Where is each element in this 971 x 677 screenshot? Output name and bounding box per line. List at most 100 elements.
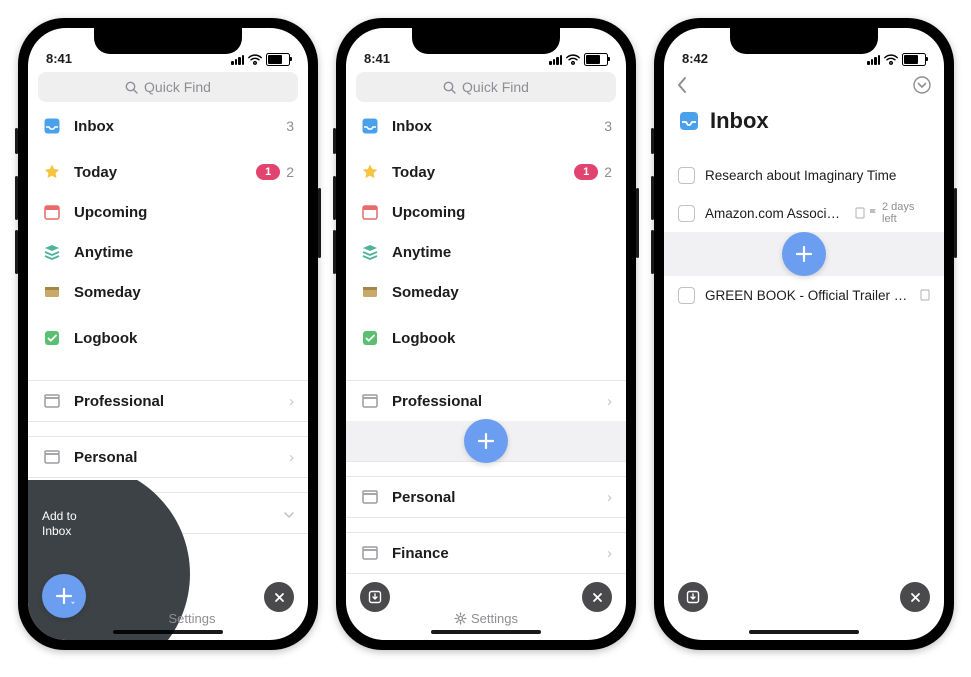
nav-label: Logbook (74, 330, 137, 347)
close-button[interactable] (582, 582, 612, 612)
nav-label: Today (74, 164, 117, 181)
note-icon (855, 207, 865, 219)
archive-button[interactable] (678, 582, 708, 612)
nav-logbook[interactable]: Logbook (346, 318, 626, 358)
battery-icon (584, 53, 608, 66)
drop-target-slot[interactable] (346, 421, 626, 461)
chevron-down-circle-icon (912, 75, 932, 95)
wifi-icon (248, 55, 262, 65)
nav-count: 2 (286, 164, 294, 180)
nav-today[interactable]: Today 1 2 (28, 152, 308, 192)
drawer-icon (42, 282, 62, 302)
area-icon (360, 543, 380, 563)
chevron-right-icon: › (607, 489, 612, 506)
gear-icon (454, 612, 467, 625)
area-icon (42, 447, 62, 467)
task-row[interactable]: Research about Imaginary Time (664, 156, 944, 194)
back-button[interactable] (676, 76, 688, 99)
area-label: Finance (392, 545, 449, 562)
battery-icon (266, 53, 290, 66)
dragging-fab[interactable] (782, 232, 826, 276)
close-icon (274, 592, 285, 603)
area-icon (42, 503, 62, 523)
nav-inbox[interactable]: Inbox 3 (346, 106, 626, 146)
close-button[interactable] (264, 582, 294, 612)
phone-2: 8:41 Quick Find Inbox 3 Today (336, 18, 636, 650)
nav-count: 3 (286, 118, 294, 134)
nav-label: Inbox (74, 118, 114, 135)
home-indicator (431, 630, 541, 634)
search-icon (443, 81, 456, 94)
logbook-icon (360, 328, 380, 348)
area-professional[interactable]: Professional › (346, 381, 626, 421)
dragging-fab[interactable] (464, 419, 508, 463)
settings-link[interactable]: Settings (169, 611, 216, 626)
area-personal[interactable]: Personal › (28, 437, 308, 477)
inbox-icon (360, 116, 380, 136)
area-icon (42, 391, 62, 411)
calendar-icon (42, 202, 62, 222)
close-icon (910, 592, 921, 603)
nav-someday[interactable]: Someday (28, 272, 308, 312)
area-finance[interactable]: Finance › (346, 533, 626, 573)
wifi-icon (566, 55, 580, 65)
area-professional[interactable]: Professional › (28, 381, 308, 421)
close-button[interactable] (900, 582, 930, 612)
drop-target-slot[interactable] (664, 232, 944, 276)
status-time: 8:41 (364, 51, 390, 66)
inbox-icon (678, 110, 700, 132)
search-icon (125, 81, 138, 94)
nav-someday[interactable]: Someday (346, 272, 626, 312)
today-badge: 1 (256, 164, 280, 180)
area-icon (360, 487, 380, 507)
tray-down-icon (686, 590, 700, 604)
home-indicator (749, 630, 859, 634)
task-row[interactable]: GREEN BOOK - Official Trailer [HD... (664, 276, 944, 314)
nav-label: Anytime (392, 244, 451, 261)
flag-icon (869, 208, 878, 219)
task-row[interactable]: Amazon.com Associat... 2 days left (664, 194, 944, 232)
task-due: 2 days left (882, 201, 930, 225)
nav-anytime[interactable]: Anytime (28, 232, 308, 272)
area-personal[interactable]: Personal › (346, 477, 626, 517)
nav-label: Someday (74, 284, 141, 301)
checkbox[interactable] (678, 205, 695, 222)
sidebar-list: Inbox 3 Today 1 2 Upcoming Anytime (28, 106, 308, 596)
area-finance[interactable]: Finance (28, 493, 308, 533)
logbook-icon (42, 328, 62, 348)
new-task-fab[interactable] (42, 574, 86, 618)
nav-inbox[interactable]: Inbox 3 (28, 106, 308, 146)
nav-upcoming[interactable]: Upcoming (346, 192, 626, 232)
chevron-right-icon: › (607, 393, 612, 410)
nav-label: Inbox (392, 118, 432, 135)
star-icon (360, 162, 380, 182)
area-icon (360, 391, 380, 411)
nav-label: Someday (392, 284, 459, 301)
settings-link[interactable]: Settings (454, 611, 518, 626)
nav-upcoming[interactable]: Upcoming (28, 192, 308, 232)
nav-anytime[interactable]: Anytime (346, 232, 626, 272)
search-bar[interactable]: Quick Find (38, 72, 298, 102)
collapse-button[interactable] (912, 75, 932, 100)
task-title: GREEN BOOK - Official Trailer [HD... (705, 288, 910, 303)
wifi-icon (884, 55, 898, 65)
area-label: Personal (392, 489, 455, 506)
search-bar[interactable]: Quick Find (356, 72, 616, 102)
area-label: Professional (74, 393, 164, 410)
notch (730, 28, 878, 54)
checkbox[interactable] (678, 287, 695, 304)
home-indicator (113, 630, 223, 634)
tray-down-icon (368, 590, 382, 604)
task-title: Amazon.com Associat... (705, 206, 845, 221)
nav-today[interactable]: Today 1 2 (346, 152, 626, 192)
chevron-right-icon: › (289, 393, 294, 410)
phone-3: 8:42 Inbox Research about Imaginary Time… (654, 18, 954, 650)
battery-icon (902, 53, 926, 66)
today-badge: 1 (574, 164, 598, 180)
nav-count: 3 (604, 118, 612, 134)
nav-logbook[interactable]: Logbook (28, 318, 308, 358)
chevron-left-icon (676, 76, 688, 94)
checkbox[interactable] (678, 167, 695, 184)
inbox-icon (42, 116, 62, 136)
archive-button[interactable] (360, 582, 390, 612)
